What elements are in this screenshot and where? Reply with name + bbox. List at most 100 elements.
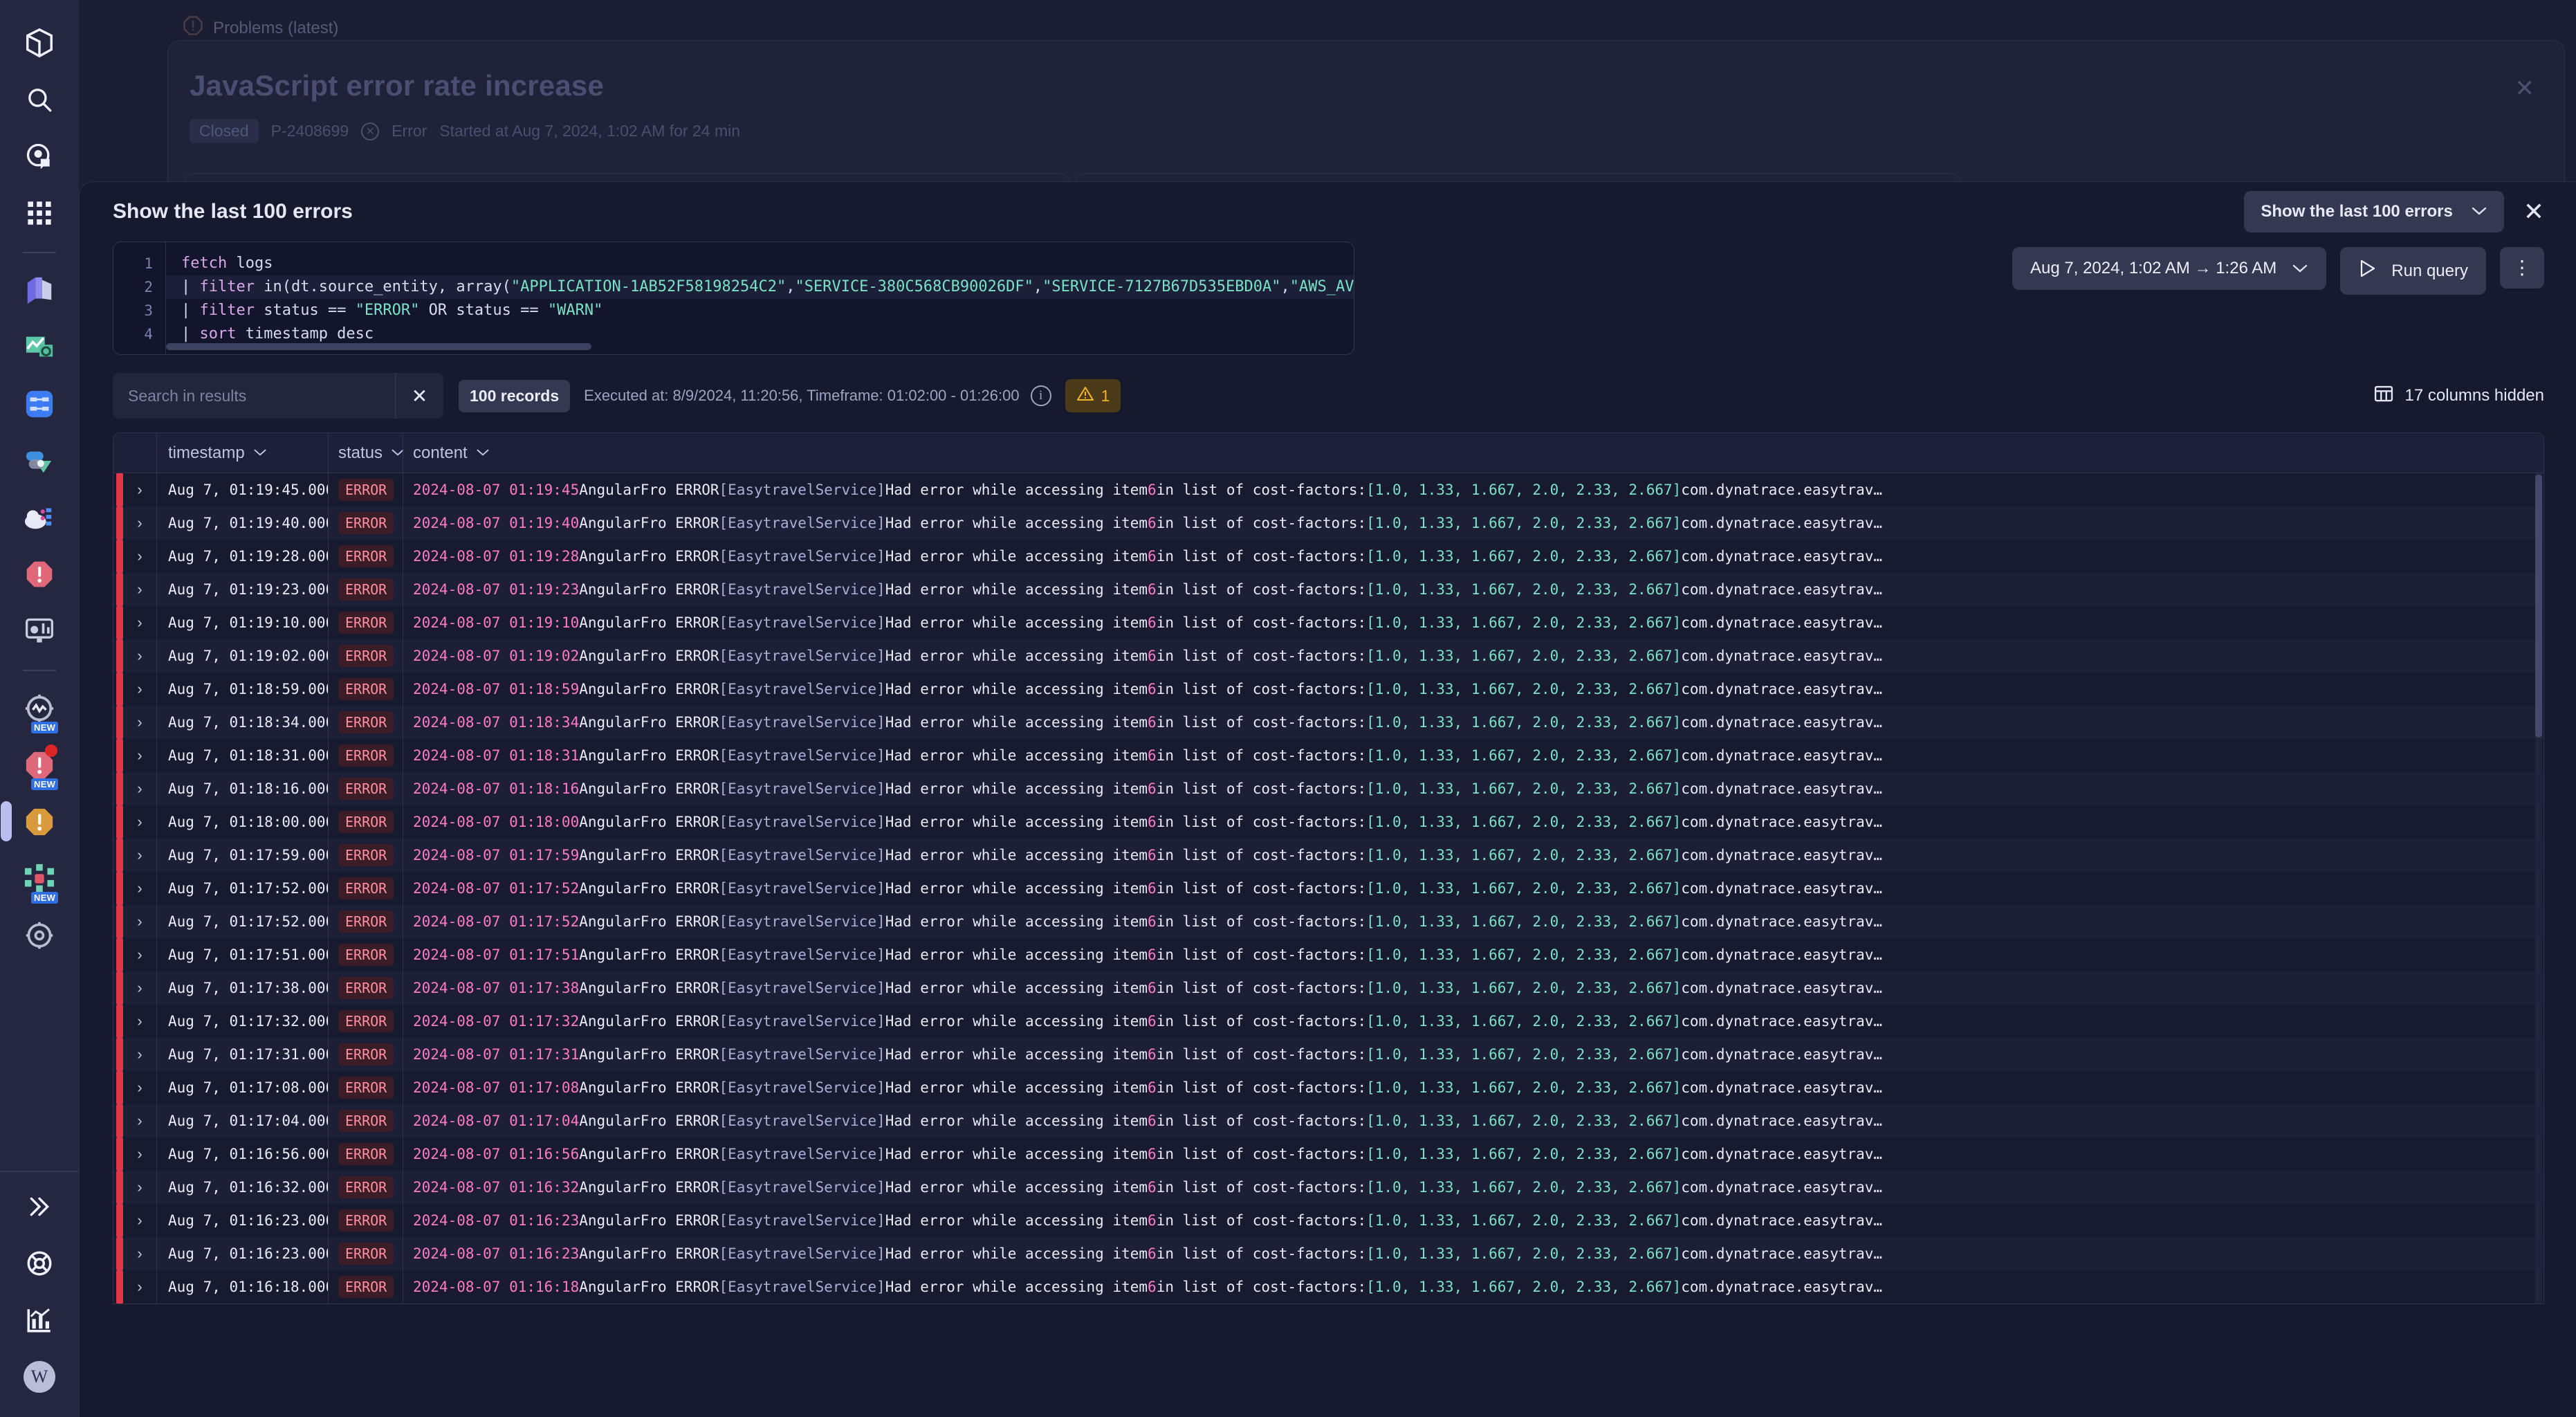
expand-row-button[interactable]: › <box>123 706 156 739</box>
table-row[interactable]: ›Aug 7, 01:17:31.000ERROR2024-08-07 01:1… <box>113 1038 2543 1071</box>
code-line[interactable]: | filter status == "ERROR" OR status == … <box>166 299 1354 322</box>
table-row[interactable]: ›Aug 7, 01:19:45.000ERROR2024-08-07 01:1… <box>113 473 2543 506</box>
column-header-timestamp[interactable]: timestamp <box>156 433 328 473</box>
close-problem-button[interactable]: ✕ <box>2515 75 2535 102</box>
editor-horizontal-scrollbar[interactable] <box>166 343 1347 350</box>
table-row[interactable]: ›Aug 7, 01:18:59.000ERROR2024-08-07 01:1… <box>113 673 2543 706</box>
code-line[interactable]: fetch logs <box>166 252 1354 275</box>
more-vertical-icon[interactable]: ⋮ <box>2500 247 2544 289</box>
expand-row-button[interactable]: › <box>123 805 156 839</box>
cloud-icon[interactable] <box>12 490 67 545</box>
table-row[interactable]: ›Aug 7, 01:18:31.000ERROR2024-08-07 01:1… <box>113 739 2543 772</box>
settings-metrics-icon[interactable]: NEW <box>12 681 67 736</box>
services-icon[interactable] <box>12 433 67 488</box>
davis-copilot-icon[interactable] <box>12 129 67 184</box>
table-row[interactable]: ›Aug 7, 01:16:32.000ERROR2024-08-07 01:1… <box>113 1171 2543 1204</box>
column-header-content[interactable]: content <box>403 433 2543 473</box>
dashboards-icon[interactable] <box>12 320 67 375</box>
warning-badge[interactable]: 1 <box>1065 379 1121 412</box>
info-icon[interactable]: i <box>1031 385 1051 406</box>
avatar[interactable]: W <box>12 1349 67 1405</box>
expand-row-button[interactable]: › <box>123 938 156 971</box>
expand-row-button[interactable]: › <box>123 1204 156 1237</box>
code-line[interactable]: | filter in(dt.source_entity, array("APP… <box>166 275 1354 299</box>
table-vertical-scrollbar-thumb[interactable] <box>2535 475 2542 738</box>
problems-icon[interactable] <box>12 547 67 602</box>
table-row[interactable]: ›Aug 7, 01:19:23.000ERROR2024-08-07 01:1… <box>113 573 2543 606</box>
table-row[interactable]: ›Aug 7, 01:17:51.000ERROR2024-08-07 01:1… <box>113 938 2543 971</box>
settings-gear-icon[interactable] <box>12 908 67 963</box>
chevron-down-icon[interactable] <box>476 446 490 460</box>
table-row[interactable]: ›Aug 7, 01:18:16.000ERROR2024-08-07 01:1… <box>113 772 2543 805</box>
expand-row-button[interactable]: › <box>123 1071 156 1104</box>
columns-hidden-button[interactable]: 17 columns hidden <box>2373 383 2544 409</box>
usage-chart-icon[interactable] <box>12 1292 67 1348</box>
column-header-status[interactable]: status <box>328 433 403 473</box>
dql-editor[interactable]: 1234 fetch logs| filter in(dt.source_ent… <box>113 241 1354 355</box>
table-row[interactable]: ›Aug 7, 01:17:32.000ERROR2024-08-07 01:1… <box>113 1005 2543 1038</box>
table-row[interactable]: ›Aug 7, 01:16:56.000ERROR2024-08-07 01:1… <box>113 1137 2543 1171</box>
table-row[interactable]: ›Aug 7, 01:19:10.000ERROR2024-08-07 01:1… <box>113 606 2543 639</box>
expand-row-button[interactable]: › <box>123 606 156 639</box>
timeframe-selector[interactable]: Aug 7, 2024, 1:02 AM → 1:26 AM <box>2012 247 2326 290</box>
expand-row-button[interactable]: › <box>123 473 156 506</box>
run-query-button[interactable]: Run query <box>2340 247 2486 295</box>
search-icon[interactable] <box>12 72 67 127</box>
table-row[interactable]: ›Aug 7, 01:18:00.000ERROR2024-08-07 01:1… <box>113 805 2543 839</box>
chevron-down-icon[interactable] <box>253 446 267 460</box>
expand-row-button[interactable]: › <box>123 639 156 673</box>
cell-content: 2024-08-07 01:19:28 AngularFro ERROR [Ea… <box>403 540 2543 573</box>
expand-row-button[interactable]: › <box>123 872 156 905</box>
expand-row-button[interactable]: › <box>123 1171 156 1204</box>
breadcrumb[interactable]: Problems (latest) <box>183 15 338 41</box>
dashboard-classic-icon[interactable] <box>12 603 67 659</box>
table-row[interactable]: ›Aug 7, 01:19:02.000ERROR2024-08-07 01:1… <box>113 639 2543 673</box>
row-severity-marker <box>113 839 123 872</box>
expand-row-button[interactable]: › <box>123 905 156 938</box>
expand-row-button[interactable]: › <box>123 971 156 1005</box>
table-row[interactable]: ›Aug 7, 01:17:04.000ERROR2024-08-07 01:1… <box>113 1104 2543 1137</box>
logs-icon[interactable] <box>12 263 67 318</box>
expand-row-button[interactable]: › <box>123 1038 156 1071</box>
table-row[interactable]: ›Aug 7, 01:17:52.000ERROR2024-08-07 01:1… <box>113 872 2543 905</box>
problems-alert-icon[interactable]: NEW <box>12 738 67 793</box>
expand-row-button[interactable]: › <box>123 1237 156 1270</box>
code-line[interactable]: | sort timestamp desc <box>166 322 1354 346</box>
table-row[interactable]: ›Aug 7, 01:16:23.000ERROR2024-08-07 01:1… <box>113 1237 2543 1270</box>
row-severity-marker <box>113 1204 123 1237</box>
expand-row-button[interactable]: › <box>123 839 156 872</box>
table-row[interactable]: ›Aug 7, 01:16:18.000ERROR2024-08-07 01:1… <box>113 1270 2543 1304</box>
table-row[interactable]: ›Aug 7, 01:17:52.000ERROR2024-08-07 01:1… <box>113 905 2543 938</box>
table-row[interactable]: ›Aug 7, 01:18:34.000ERROR2024-08-07 01:1… <box>113 706 2543 739</box>
table-row[interactable]: ›Aug 7, 01:17:38.000ERROR2024-08-07 01:1… <box>113 971 2543 1005</box>
search-input-wrapper[interactable] <box>113 373 395 419</box>
dynatrace-logo-icon[interactable] <box>12 15 67 71</box>
warning-octagon-icon[interactable] <box>12 794 67 850</box>
apps-grid-icon[interactable] <box>12 185 67 241</box>
expand-row-button[interactable]: › <box>123 573 156 606</box>
expand-row-button[interactable]: › <box>123 1270 156 1304</box>
kubernetes-icon[interactable]: NEW <box>12 851 67 906</box>
expand-chevrons-icon[interactable] <box>12 1179 67 1234</box>
expand-row-button[interactable]: › <box>123 772 156 805</box>
expand-row-button[interactable]: › <box>123 1104 156 1137</box>
expand-row-button[interactable]: › <box>123 1137 156 1171</box>
content-message-b: in list of cost-factors: <box>1157 747 1366 764</box>
expand-row-button[interactable]: › <box>123 506 156 540</box>
distributed-tracing-icon[interactable] <box>12 376 67 432</box>
scrollbar-thumb[interactable] <box>166 343 591 350</box>
search-clear-button[interactable]: ✕ <box>395 373 443 419</box>
table-row[interactable]: ›Aug 7, 01:17:59.000ERROR2024-08-07 01:1… <box>113 839 2543 872</box>
table-row[interactable]: ›Aug 7, 01:19:28.000ERROR2024-08-07 01:1… <box>113 540 2543 573</box>
expand-row-button[interactable]: › <box>123 540 156 573</box>
scenario-select[interactable]: Show the last 100 errors <box>2244 191 2503 232</box>
expand-row-button[interactable]: › <box>123 673 156 706</box>
table-row[interactable]: ›Aug 7, 01:19:40.000ERROR2024-08-07 01:1… <box>113 506 2543 540</box>
table-row[interactable]: ›Aug 7, 01:16:23.000ERROR2024-08-07 01:1… <box>113 1204 2543 1237</box>
search-input[interactable] <box>128 387 395 405</box>
close-modal-button[interactable]: ✕ <box>2523 199 2544 224</box>
table-row[interactable]: ›Aug 7, 01:17:08.000ERROR2024-08-07 01:1… <box>113 1071 2543 1104</box>
lifebuoy-help-icon[interactable] <box>12 1236 67 1291</box>
expand-row-button[interactable]: › <box>123 739 156 772</box>
expand-row-button[interactable]: › <box>123 1005 156 1038</box>
